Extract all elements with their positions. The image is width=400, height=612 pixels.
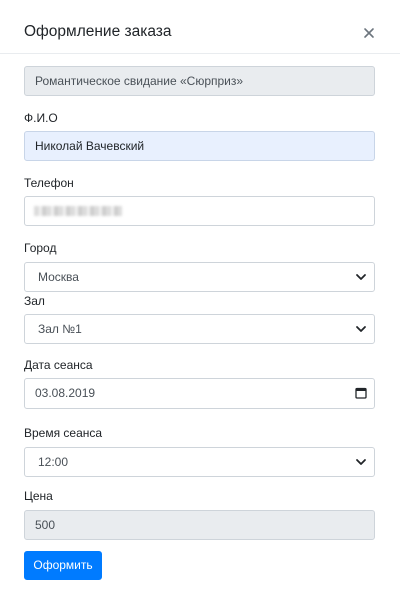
name-value: Николай Вачевский bbox=[35, 139, 145, 153]
close-button[interactable] bbox=[360, 24, 378, 42]
submit-order-button[interactable]: Оформить bbox=[24, 551, 102, 580]
product-value: Романтическое свидание «Сюрприз» bbox=[35, 74, 244, 88]
hall-label: Зал bbox=[24, 294, 45, 308]
modal-title: Оформление заказа bbox=[24, 23, 172, 40]
city-value: Москва bbox=[38, 270, 79, 284]
calendar-icon[interactable] bbox=[355, 387, 367, 399]
name-label: Ф.И.О bbox=[24, 111, 58, 125]
phone-input[interactable] bbox=[24, 196, 375, 226]
phone-label: Телефон bbox=[24, 176, 74, 190]
chevron-down-icon bbox=[355, 271, 367, 283]
order-modal: Оформление заказа Романтическое свидание… bbox=[0, 0, 400, 612]
product-field: Романтическое свидание «Сюрприз» bbox=[24, 66, 375, 96]
price-label: Цена bbox=[24, 489, 53, 503]
name-input[interactable]: Николай Вачевский bbox=[24, 131, 375, 161]
price-field: 500 bbox=[24, 510, 375, 540]
time-value: 12:00 bbox=[38, 455, 69, 469]
date-value: 03.08.2019 bbox=[35, 386, 96, 400]
chevron-down-icon bbox=[355, 323, 367, 335]
date-label: Дата сеанса bbox=[24, 358, 93, 372]
modal-header: Оформление заказа bbox=[0, 0, 400, 54]
date-input[interactable]: 03.08.2019 bbox=[24, 378, 375, 409]
close-icon bbox=[360, 24, 378, 42]
price-value: 500 bbox=[35, 518, 56, 532]
time-label: Время сеанса bbox=[24, 426, 103, 440]
city-label: Город bbox=[24, 241, 57, 255]
time-select[interactable]: 12:00 bbox=[24, 447, 375, 477]
chevron-down-icon bbox=[355, 456, 367, 468]
city-select[interactable]: Москва bbox=[24, 262, 375, 292]
hall-value: Зал №1 bbox=[38, 322, 82, 336]
hall-select[interactable]: Зал №1 bbox=[24, 314, 375, 344]
phone-value-obscured bbox=[34, 206, 122, 216]
